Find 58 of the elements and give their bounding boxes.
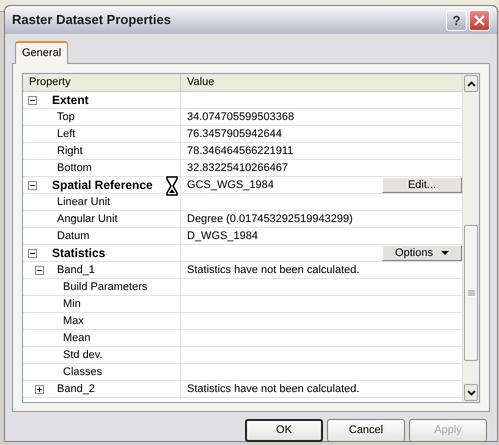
property-value: D_WGS_1984 bbox=[187, 228, 259, 244]
column-header[interactable]: Value bbox=[181, 74, 462, 91]
edit-button[interactable]: Edit... bbox=[382, 177, 462, 193]
scrollbar[interactable] bbox=[462, 74, 479, 402]
dropdown-arrow-icon bbox=[440, 251, 449, 255]
window-title: Raster Dataset Properties bbox=[12, 11, 172, 30]
hourglass-icon bbox=[166, 176, 178, 196]
minus-icon bbox=[29, 97, 36, 104]
property-label: Build Parameters bbox=[63, 280, 148, 295]
collapse-toggle[interactable] bbox=[28, 249, 37, 258]
options-button[interactable]: Options bbox=[382, 245, 462, 261]
property-value: Statistics have not been calculated. bbox=[187, 262, 360, 278]
property-label: Bottom bbox=[57, 160, 92, 176]
property-label: Classes bbox=[63, 364, 102, 380]
property-label: Top bbox=[57, 110, 75, 125]
collapse-toggle[interactable] bbox=[35, 266, 44, 275]
property-label: Band_1 bbox=[57, 262, 95, 278]
dialog-button: Apply bbox=[409, 419, 487, 442]
minus-icon bbox=[29, 182, 36, 189]
category-label: Statistics bbox=[52, 245, 106, 262]
close-button[interactable] bbox=[469, 10, 490, 30]
category-label: Extent bbox=[52, 92, 89, 109]
property-value: Statistics have not been calculated. bbox=[187, 382, 360, 397]
grip-icon bbox=[468, 290, 474, 296]
dialog-button[interactable]: Cancel bbox=[327, 419, 405, 442]
property-label: Min bbox=[63, 296, 81, 312]
dialog-button[interactable]: OK bbox=[245, 419, 323, 442]
property-label: Linear Unit bbox=[57, 194, 110, 210]
collapse-toggle[interactable] bbox=[28, 96, 37, 105]
expand-toggle[interactable] bbox=[35, 385, 44, 394]
property-value: 34.074705599503368 bbox=[187, 110, 296, 125]
scroll-down-button[interactable] bbox=[464, 384, 478, 401]
column-header[interactable]: Property bbox=[23, 74, 181, 91]
property-value: GCS_WGS_1984 bbox=[187, 178, 275, 193]
collapse-toggle[interactable] bbox=[28, 181, 37, 190]
property-value: Degree (0.017453292519943299) bbox=[187, 212, 354, 227]
plus-icon bbox=[36, 386, 43, 393]
property-label: Datum bbox=[57, 228, 90, 244]
close-icon bbox=[474, 14, 485, 26]
property-label: Right bbox=[57, 144, 83, 159]
property-value: 76.3457905942644 bbox=[187, 126, 283, 142]
scroll-up-button[interactable] bbox=[464, 75, 478, 92]
chevron-up-icon bbox=[466, 80, 476, 86]
property-label: Mean bbox=[63, 330, 91, 346]
category-label: Spatial Reference bbox=[52, 177, 153, 194]
minus-icon bbox=[29, 250, 36, 257]
property-label: Std dev. bbox=[63, 348, 103, 363]
help-button[interactable]: ? bbox=[446, 10, 467, 30]
property-value: 32.83225410266467 bbox=[187, 160, 289, 176]
scroll-thumb[interactable] bbox=[464, 225, 478, 361]
property-label: Angular Unit bbox=[57, 212, 118, 227]
property-label: Max bbox=[63, 314, 84, 329]
chevron-down-icon bbox=[466, 390, 476, 396]
property-label: Left bbox=[57, 126, 76, 142]
minus-icon bbox=[36, 267, 43, 274]
property-value: 78.346464566221911 bbox=[187, 144, 294, 159]
tab[interactable]: General bbox=[15, 41, 68, 64]
property-label: Band_2 bbox=[57, 382, 95, 397]
